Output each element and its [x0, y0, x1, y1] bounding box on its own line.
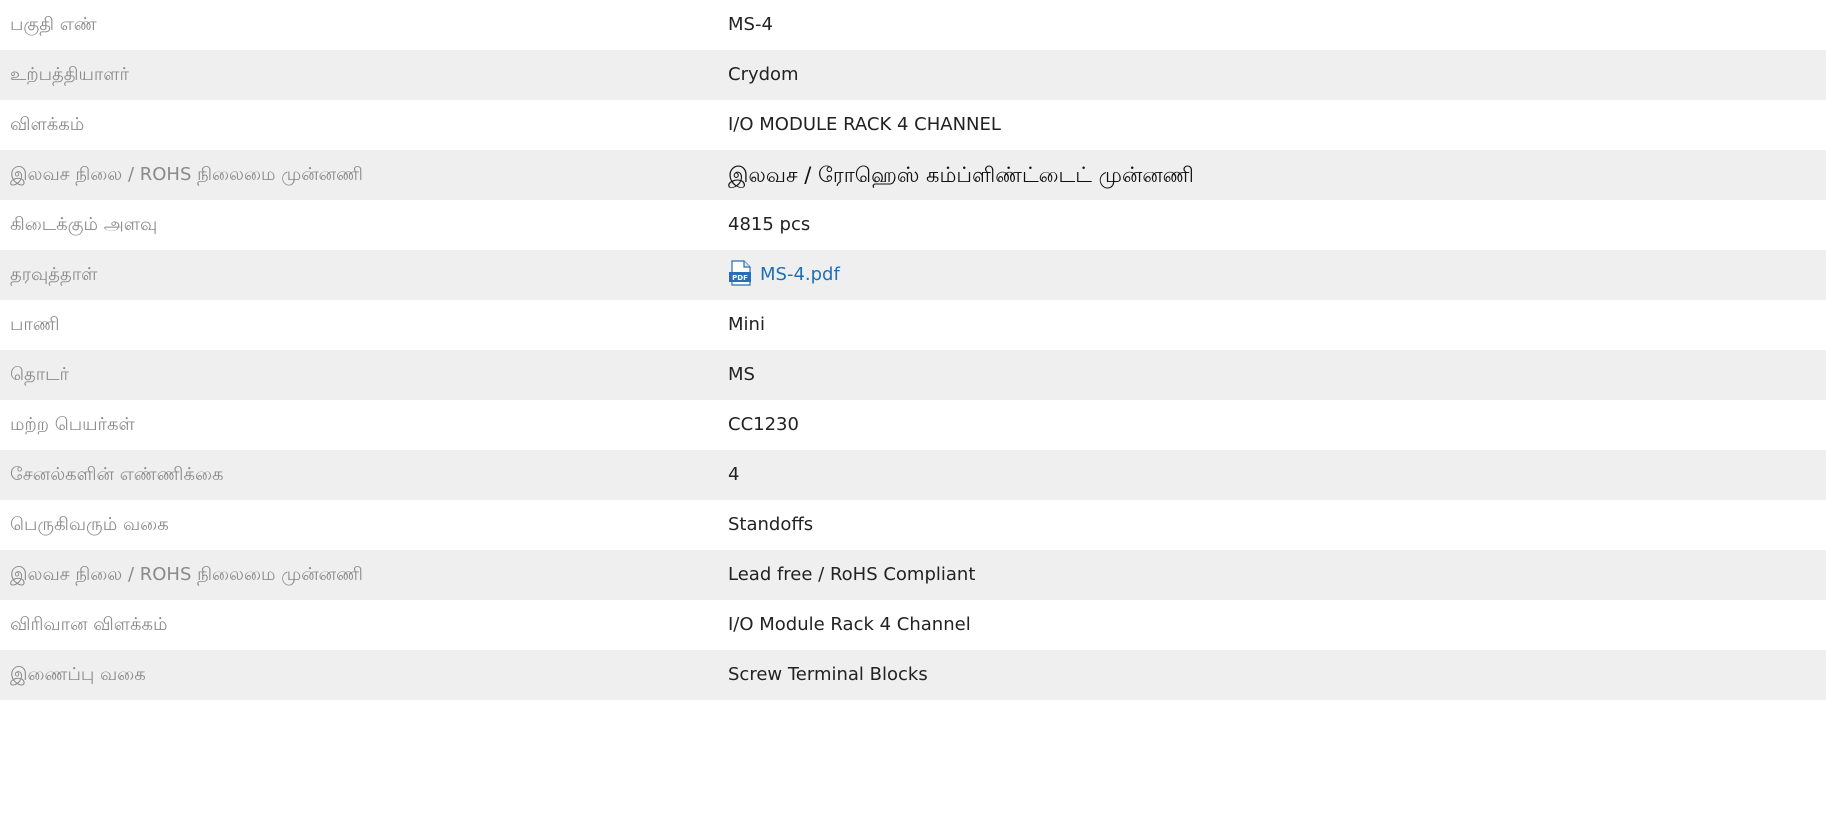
spec-row-lead-free-status: இலவச நிலை / ROHS நிலைமை முன்னணி இலவச / ர… [0, 150, 1826, 200]
spec-label: மற்ற பெயர்கள் [10, 414, 135, 435]
pdf-file-icon[interactable]: PDF [728, 260, 754, 286]
spec-row-manufacturer: உற்பத்தியாளர் Crydom [0, 50, 1826, 100]
spec-value: PDF MS-4.pdf [728, 250, 840, 300]
spec-value: Mini [728, 314, 765, 335]
spec-row-style: பாணி Mini [0, 300, 1826, 350]
spec-label: பாணி [10, 314, 60, 335]
spec-value: CC1230 [728, 414, 799, 435]
spec-row-detailed-description: விரிவான விளக்கம் I/O Module Rack 4 Chann… [0, 600, 1826, 650]
spec-label: உற்பத்தியாளர் [10, 64, 129, 85]
spec-value: Crydom [728, 64, 799, 85]
spec-value: MS-4 [728, 14, 773, 35]
spec-row-channel-count: சேனல்களின் எண்ணிக்கை 4 [0, 450, 1826, 500]
spec-row-datasheet: தரவுத்தாள் PDF MS-4.pdf [0, 250, 1826, 300]
spec-row-series: தொடர் MS [0, 350, 1826, 400]
spec-row-part-number: பகுதி எண் MS-4 [0, 0, 1826, 50]
spec-value: Lead free / RoHS Compliant [728, 564, 976, 585]
spec-label: தொடர் [10, 364, 69, 385]
spec-table: பகுதி எண் MS-4 உற்பத்தியாளர் Crydom விளக… [0, 0, 1826, 700]
spec-value: Screw Terminal Blocks [728, 664, 928, 685]
spec-label: விளக்கம் [10, 114, 85, 135]
spec-value: 4815 pcs [728, 214, 811, 235]
spec-label: தரவுத்தாள் [10, 264, 98, 285]
spec-label: கிடைக்கும் அளவு [10, 214, 158, 235]
datasheet-filename[interactable]: MS-4.pdf [760, 264, 840, 285]
spec-value: இலவச / ரோஹெஸ் கம்ப்ளிண்ட்டைட் முன்னணி [728, 163, 1194, 187]
spec-label: பகுதி எண் [10, 14, 97, 35]
spec-value: 4 [728, 464, 740, 485]
spec-label: விரிவான விளக்கம் [10, 614, 168, 635]
spec-row-other-names: மற்ற பெயர்கள் CC1230 [0, 400, 1826, 450]
spec-value: I/O MODULE RACK 4 CHANNEL [728, 114, 1001, 135]
spec-value: I/O Module Rack 4 Channel [728, 614, 971, 635]
spec-row-mounting-type: பெருகிவரும் வகை Standoffs [0, 500, 1826, 550]
spec-row-description: விளக்கம் I/O MODULE RACK 4 CHANNEL [0, 100, 1826, 150]
datasheet-link[interactable]: PDF MS-4.pdf [728, 260, 840, 286]
spec-label: சேனல்களின் எண்ணிக்கை [10, 464, 224, 485]
spec-label: இலவச நிலை / ROHS நிலைமை முன்னணி [10, 564, 363, 585]
spec-label: பெருகிவரும் வகை [10, 514, 169, 535]
spec-label: இணைப்பு வகை [10, 664, 146, 685]
spec-value: Standoffs [728, 514, 814, 535]
spec-row-connection-type: இணைப்பு வகை Screw Terminal Blocks [0, 650, 1826, 700]
spec-label: இலவச நிலை / ROHS நிலைமை முன்னணி [10, 164, 363, 185]
spec-row-quantity-available: கிடைக்கும் அளவு 4815 pcs [0, 200, 1826, 250]
spec-value: MS [728, 364, 755, 385]
svg-text:PDF: PDF [732, 274, 748, 282]
spec-row-lead-free-status-2: இலவச நிலை / ROHS நிலைமை முன்னணி Lead fre… [0, 550, 1826, 600]
